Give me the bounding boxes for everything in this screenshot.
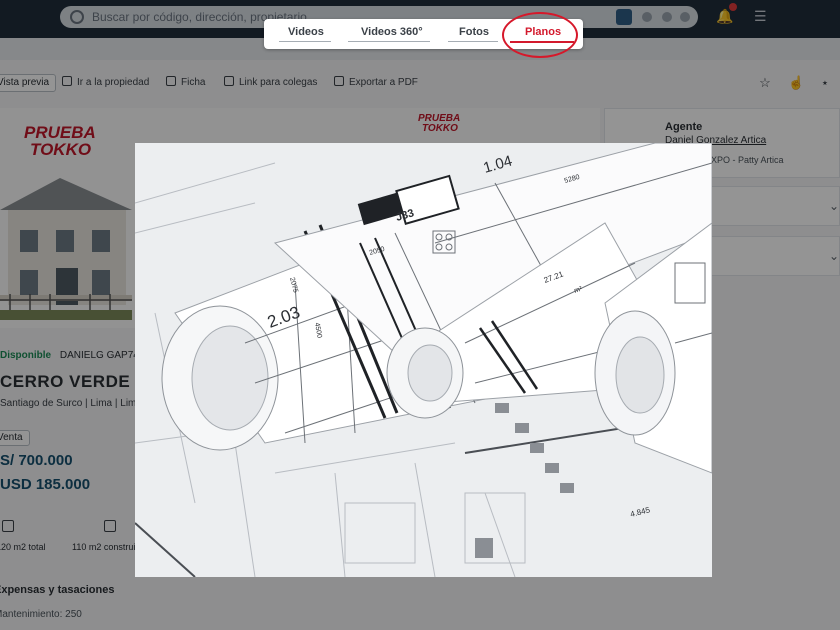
tab-underline: [448, 41, 498, 42]
tab-videos[interactable]: Videos: [288, 26, 324, 38]
blueprint-drawing: 1.04 2.03 J33 27.21 m² 4500 2050 2075 4.…: [135, 143, 712, 577]
tab-videos-360[interactable]: Videos 360°: [361, 26, 423, 38]
tab-fotos[interactable]: Fotos: [459, 26, 489, 38]
tab-underline: [279, 41, 331, 42]
floor-plan-image[interactable]: 1.04 2.03 J33 27.21 m² 4500 2050 2075 4.…: [135, 143, 712, 577]
tab-underline: [348, 41, 430, 42]
highlight-circle: [502, 12, 578, 58]
